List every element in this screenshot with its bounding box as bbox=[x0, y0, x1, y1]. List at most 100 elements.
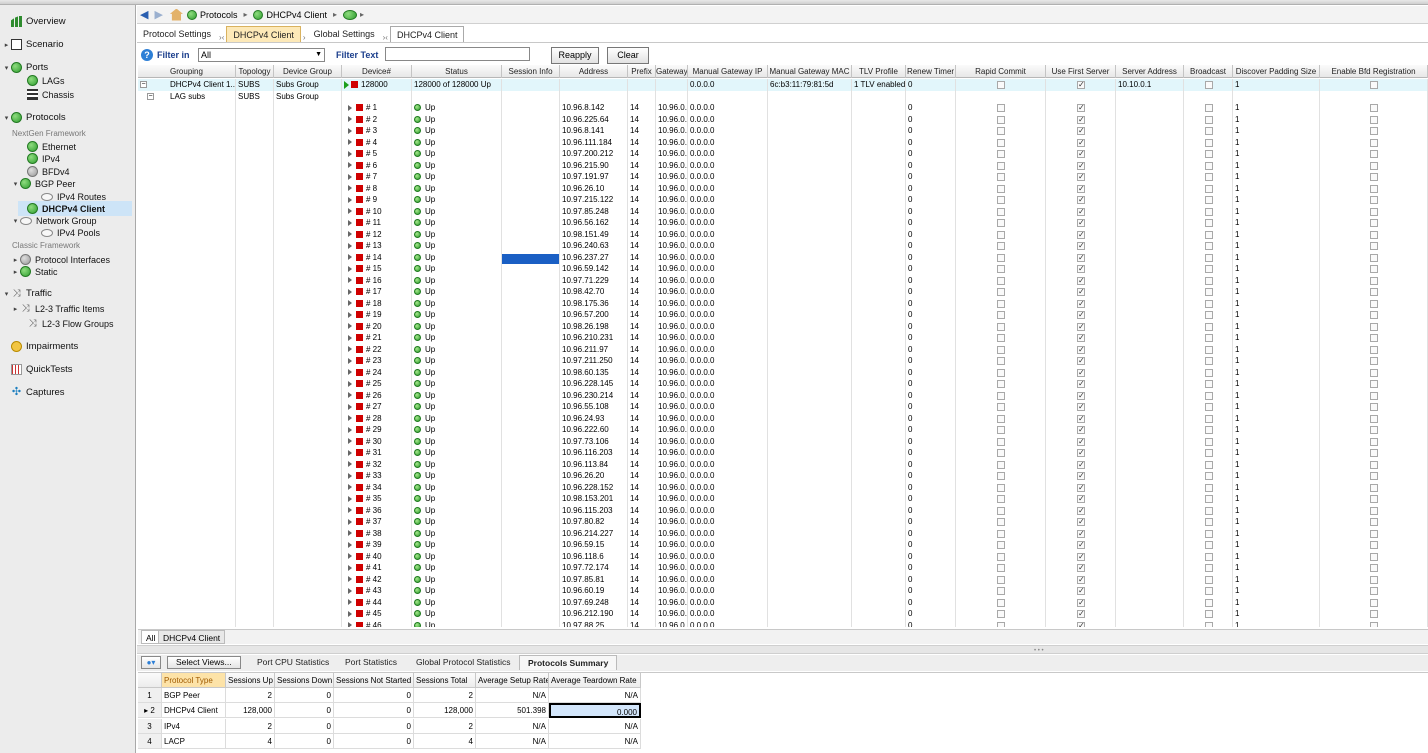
grid-cell[interactable]: 14 bbox=[628, 401, 656, 413]
grid-cell[interactable]: 0 bbox=[906, 240, 956, 252]
table-row[interactable]: # 13 Up 10.96.240.63 14 10.96.0.10.0.0.0 0 ✓ 1 bbox=[138, 240, 1428, 252]
checkbox[interactable] bbox=[1204, 391, 1213, 400]
grid-cell[interactable]: 1 bbox=[1233, 447, 1320, 459]
checkbox[interactable] bbox=[997, 518, 1005, 526]
checked-checkbox[interactable]: ✓ bbox=[1077, 207, 1085, 216]
grid-cell[interactable]: 10.96.0.1 bbox=[656, 332, 688, 344]
grid-cell[interactable]: # 13 bbox=[342, 240, 412, 252]
grid-cell[interactable]: 1 bbox=[1233, 275, 1320, 287]
checkbox[interactable] bbox=[997, 161, 1005, 170]
sidebar-item-impairments[interactable]: Impairments bbox=[2, 339, 78, 354]
checkbox[interactable] bbox=[1370, 288, 1378, 296]
clear-button[interactable]: Clear bbox=[607, 47, 649, 64]
grid-cell[interactable]: 1 bbox=[1233, 470, 1320, 482]
checked-checkbox[interactable]: ✓ bbox=[1077, 529, 1085, 538]
grid-cell[interactable]: 0.0.0.0 bbox=[688, 390, 768, 402]
grid-cell[interactable]: 10.96.228.152 bbox=[560, 482, 628, 494]
grid-cell[interactable]: 0 bbox=[906, 252, 956, 264]
grid-cell[interactable]: 10.96.111.184 bbox=[560, 137, 628, 149]
grid-cell[interactable]: 10.96.57.200 bbox=[560, 309, 628, 321]
table-row[interactable]: # 37 Up 10.97.80.82 14 10.96.0.10.0.0.0 0 ✓ 1 bbox=[138, 516, 1428, 528]
checkbox[interactable] bbox=[997, 334, 1005, 342]
grid-cell[interactable]: # 2 bbox=[342, 114, 412, 126]
checked-checkbox[interactable]: ✓ bbox=[1077, 391, 1085, 400]
checkbox[interactable] bbox=[997, 472, 1005, 480]
checkbox[interactable] bbox=[1370, 506, 1378, 515]
grid-cell[interactable]: 10.96.113.84 bbox=[560, 459, 628, 471]
grid-cell[interactable]: 0 bbox=[906, 298, 956, 310]
checkbox[interactable] bbox=[1370, 184, 1378, 193]
grid-cell[interactable]: 10.96.0.1 bbox=[656, 482, 688, 494]
grid-cell[interactable]: Up bbox=[412, 321, 502, 333]
tab-port-statistics[interactable]: Port Statistics bbox=[345, 655, 397, 670]
grid-cell[interactable]: 14 bbox=[628, 620, 656, 628]
grid-cell[interactable]: SUBS bbox=[236, 79, 274, 91]
checked-checkbox[interactable]: ✓ bbox=[1077, 495, 1085, 503]
checkbox[interactable] bbox=[1370, 621, 1378, 627]
grid-cell[interactable]: 10.96.222.60 bbox=[560, 424, 628, 436]
grid-cell[interactable]: 14 bbox=[628, 528, 656, 540]
checkbox[interactable] bbox=[1204, 322, 1213, 331]
table-row[interactable]: # 31 Up 10.96.116.203 14 10.96.0.10.0.0.0 0 ✓ 1 bbox=[138, 447, 1428, 459]
stats-cell[interactable]: 2 bbox=[414, 688, 476, 703]
grid-cell[interactable]: 14 bbox=[628, 424, 656, 436]
checkbox[interactable] bbox=[997, 437, 1005, 446]
checkbox[interactable] bbox=[1204, 621, 1213, 627]
table-row[interactable]: # 9 Up 10.97.215.122 14 10.96.0.10.0.0.0 0 ✓ 1 bbox=[138, 194, 1428, 206]
grid-cell[interactable]: Up bbox=[412, 620, 502, 627]
grid-cell[interactable]: 1 bbox=[1233, 390, 1320, 402]
grid-cell[interactable]: 10.96.0.1 bbox=[656, 390, 688, 402]
grid-cell[interactable]: 10.96.0.1 bbox=[656, 424, 688, 436]
grid-cell[interactable]: 10.96.0.1 bbox=[656, 413, 688, 425]
grid-cell[interactable]: # 37 bbox=[342, 516, 412, 528]
grid-cell[interactable]: Up bbox=[412, 424, 502, 436]
grid-cell[interactable]: Up bbox=[412, 493, 502, 505]
grid-cell[interactable]: 14 bbox=[628, 171, 656, 183]
column-header[interactable]: Topology bbox=[236, 65, 274, 78]
grid-cell[interactable]: 0.0.0.0 bbox=[688, 332, 768, 344]
grid-cell[interactable]: 14 bbox=[628, 493, 656, 505]
checkbox[interactable] bbox=[997, 403, 1005, 411]
checkbox[interactable] bbox=[997, 541, 1005, 549]
grid-cell[interactable]: 10.96.230.214 bbox=[560, 390, 628, 402]
grid-cell[interactable]: 0 bbox=[906, 217, 956, 229]
grid-cell[interactable]: 10.97.85.81 bbox=[560, 574, 628, 586]
grid-cell[interactable]: 0 bbox=[906, 620, 956, 628]
grid-cell[interactable]: 0 bbox=[906, 206, 956, 218]
checkbox[interactable] bbox=[997, 368, 1005, 377]
checked-checkbox[interactable]: ✓ bbox=[1077, 426, 1085, 434]
sidebar-item-traffic[interactable]: ▾ ⤨ Traffic bbox=[2, 286, 52, 301]
back-arrow-icon[interactable]: ◀ bbox=[140, 8, 148, 21]
reapply-button[interactable]: Reapply bbox=[551, 47, 599, 64]
grid-cell[interactable]: # 27 bbox=[342, 401, 412, 413]
checked-checkbox[interactable]: ✓ bbox=[1077, 368, 1085, 377]
checkbox[interactable] bbox=[997, 173, 1005, 181]
column-header[interactable]: Server Address bbox=[1116, 65, 1184, 78]
checkbox[interactable] bbox=[997, 552, 1005, 561]
grid-cell[interactable]: Up bbox=[412, 413, 502, 425]
table-row[interactable]: # 32 Up 10.96.113.84 14 10.96.0.10.0.0.0 0 ✓ 1 bbox=[138, 459, 1428, 471]
checked-checkbox[interactable]: ✓ bbox=[1077, 242, 1085, 250]
table-row[interactable]: # 29 Up 10.96.222.60 14 10.96.0.10.0.0.0 0 ✓ 1 bbox=[138, 424, 1428, 436]
grid-cell[interactable]: 10.96.0.1 bbox=[656, 597, 688, 609]
grid-cell[interactable]: 10.98.26.198 bbox=[560, 321, 628, 333]
breadcrumb-protocols[interactable]: Protocols bbox=[186, 9, 237, 20]
grid-cell[interactable]: 0.0.0.0 bbox=[688, 217, 768, 229]
grid-cell[interactable]: 0.0.0.0 bbox=[688, 229, 768, 241]
splitter[interactable]: • • • bbox=[137, 645, 1428, 654]
grid-cell[interactable]: 14 bbox=[628, 229, 656, 241]
grid-cell[interactable]: 10.96.8.141 bbox=[560, 125, 628, 137]
grid-cell[interactable]: 0.0.0.0 bbox=[688, 148, 768, 160]
grid-cell[interactable]: Up bbox=[412, 229, 502, 241]
grid-cell[interactable]: # 17 bbox=[342, 286, 412, 298]
grid-cell[interactable]: 0 bbox=[906, 436, 956, 448]
grid-cell[interactable]: 0.0.0.0 bbox=[688, 263, 768, 275]
grid-cell[interactable]: 10.96.0.1 bbox=[656, 183, 688, 195]
grid-cell[interactable]: 10.97.88.25 bbox=[560, 620, 628, 628]
checkbox[interactable] bbox=[997, 621, 1005, 627]
checkbox[interactable] bbox=[1370, 460, 1378, 469]
stats-cell[interactable]: 0 bbox=[334, 733, 414, 749]
grid-cell[interactable]: 0.0.0.0 bbox=[688, 355, 768, 367]
grid-cell[interactable]: 10.97.191.97 bbox=[560, 171, 628, 183]
grid-cell[interactable]: 10.96.0.1 bbox=[656, 378, 688, 390]
